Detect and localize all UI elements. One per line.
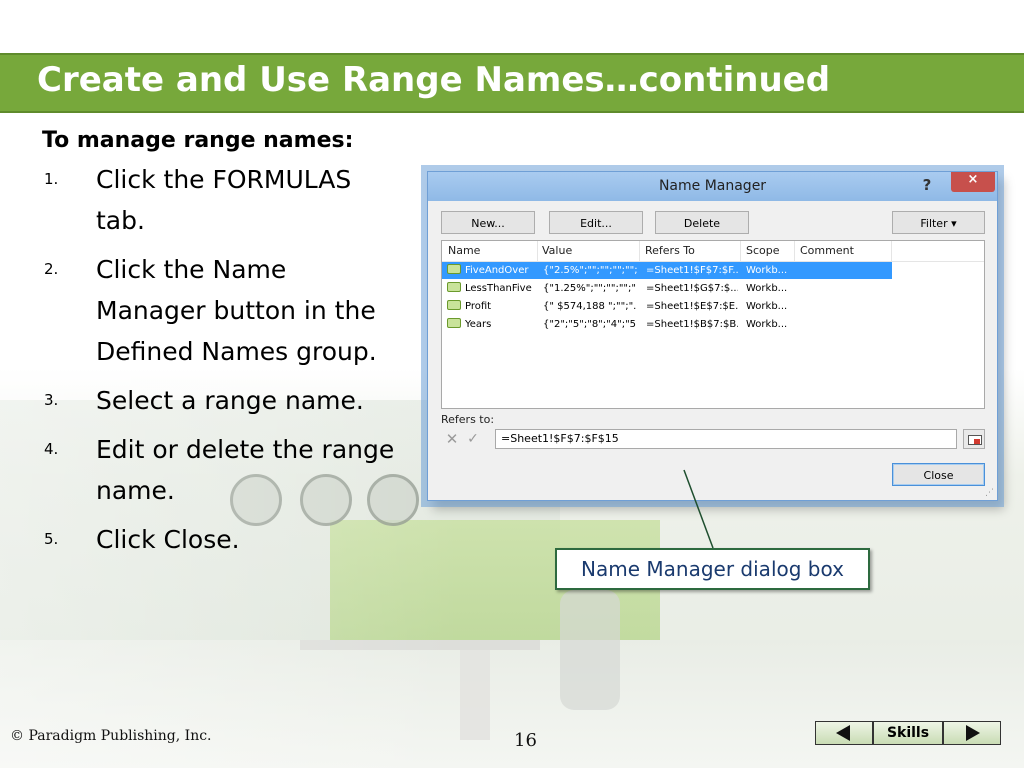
collapse-dialog-button[interactable] [963, 429, 985, 449]
dialog-title: Name Manager [658, 178, 767, 194]
step-item: 2. Click the Name Manager button in the D… [42, 249, 402, 372]
range-name-icon [447, 264, 461, 274]
previous-slide-button[interactable] [815, 721, 873, 745]
list-item[interactable]: LessThanFive {"1.25%";"";"";"";"... =She… [442, 280, 892, 297]
delete-button[interactable]: Delete [655, 211, 749, 234]
row-refers-to: =Sheet1!$F$7:$F... [646, 265, 738, 276]
list-header: Name Value Refers To Scope Comment [442, 241, 984, 262]
filter-button[interactable]: Filter ▾ [892, 211, 985, 234]
column-header-value[interactable]: Value [542, 241, 572, 261]
list-item[interactable]: FiveAndOver {"2.5%";"";"";"";"";... =She… [442, 262, 892, 279]
row-scope: Workb... [746, 265, 788, 276]
dialog-callout-label: Name Manager dialog box [555, 548, 870, 590]
cancel-edit-icon[interactable]: ✕ [444, 431, 460, 447]
step-item: 5. Click Close. [42, 519, 402, 560]
step-item: 4. Edit or delete the range name. [42, 429, 402, 511]
step-item: 1. Click the FORMULAS tab. [42, 159, 402, 241]
confirm-edit-icon[interactable]: ✓ [465, 431, 481, 447]
arrow-right-icon [966, 725, 980, 741]
step-text: Click Close. [96, 525, 240, 554]
step-number: 3. [44, 391, 59, 409]
column-header-comment[interactable]: Comment [800, 241, 854, 261]
list-item[interactable]: Years {"2";"5";"8";"4";"5... =Sheet1!$B$… [442, 316, 892, 333]
instructions-lead: To manage range names: [42, 128, 354, 153]
row-scope: Workb... [746, 283, 788, 294]
close-button[interactable]: Close [892, 463, 985, 486]
step-number: 2. [44, 260, 59, 278]
step-number: 5. [44, 530, 59, 548]
column-header-refers-to[interactable]: Refers To [645, 241, 695, 261]
step-number: 1. [44, 170, 59, 188]
refers-to-label: Refers to: [441, 413, 495, 426]
page-number: 16 [514, 730, 537, 751]
help-icon[interactable]: ? [916, 174, 938, 196]
column-header-name[interactable]: Name [448, 241, 480, 261]
step-text: Click the Name Manager button in the Def… [96, 255, 377, 366]
new-button[interactable]: New... [441, 211, 535, 234]
step-text: Select a range name. [96, 386, 364, 415]
row-refers-to: =Sheet1!$E$7:$E... [646, 301, 738, 312]
row-name: Profit [465, 301, 492, 312]
names-list[interactable]: Name Value Refers To Scope Comment FiveA… [441, 240, 985, 409]
step-text: Edit or delete the range name. [96, 435, 395, 505]
slide-title-bar: Create and Use Range Names…continued [0, 53, 1024, 113]
copyright: © Paradigm Publishing, Inc. [10, 728, 212, 744]
row-value: {"2";"5";"8";"4";"5... [543, 319, 637, 330]
next-slide-button[interactable] [943, 721, 1001, 745]
row-name: LessThanFive [465, 283, 532, 294]
range-name-icon [447, 282, 461, 292]
dialog-titlebar: Name Manager ? × [428, 172, 997, 201]
row-scope: Workb... [746, 319, 788, 330]
arrow-left-icon [836, 725, 850, 741]
row-refers-to: =Sheet1!$B$7:$B... [646, 319, 738, 330]
skills-button[interactable]: Skills [873, 721, 943, 745]
steps-list: 1. Click the FORMULAS tab. 2. Click the Na… [42, 159, 402, 560]
step-item: 3. Select a range name. [42, 380, 402, 421]
list-item[interactable]: Profit {" $574,188 ";"";"... =Sheet1!$E$… [442, 298, 892, 315]
row-value: {" $574,188 ";"";"... [543, 301, 637, 312]
row-name: FiveAndOver [465, 265, 529, 276]
name-manager-dialog: Name Manager ? × New... Edit... Delete F… [427, 171, 998, 501]
step-text: Click the FORMULAS tab. [96, 165, 352, 235]
row-value: {"2.5%";"";"";"";"";... [543, 265, 637, 276]
instructions: To manage range names: 1. Click the FORMU… [42, 128, 402, 568]
refers-to-input[interactable]: =Sheet1!$F$7:$F$15 [495, 429, 957, 449]
row-refers-to: =Sheet1!$G$7:$... [646, 283, 738, 294]
row-value: {"1.25%";"";"";"";"... [543, 283, 637, 294]
column-header-scope[interactable]: Scope [746, 241, 780, 261]
row-scope: Workb... [746, 301, 788, 312]
range-name-icon [447, 300, 461, 310]
step-number: 4. [44, 440, 59, 458]
range-name-icon [447, 318, 461, 328]
row-name: Years [465, 319, 492, 330]
edit-button[interactable]: Edit... [549, 211, 643, 234]
resize-grip-icon[interactable]: ⋰ [985, 488, 995, 498]
close-icon[interactable]: × [951, 172, 995, 192]
slide-title: Create and Use Range Names…continued [37, 60, 831, 100]
